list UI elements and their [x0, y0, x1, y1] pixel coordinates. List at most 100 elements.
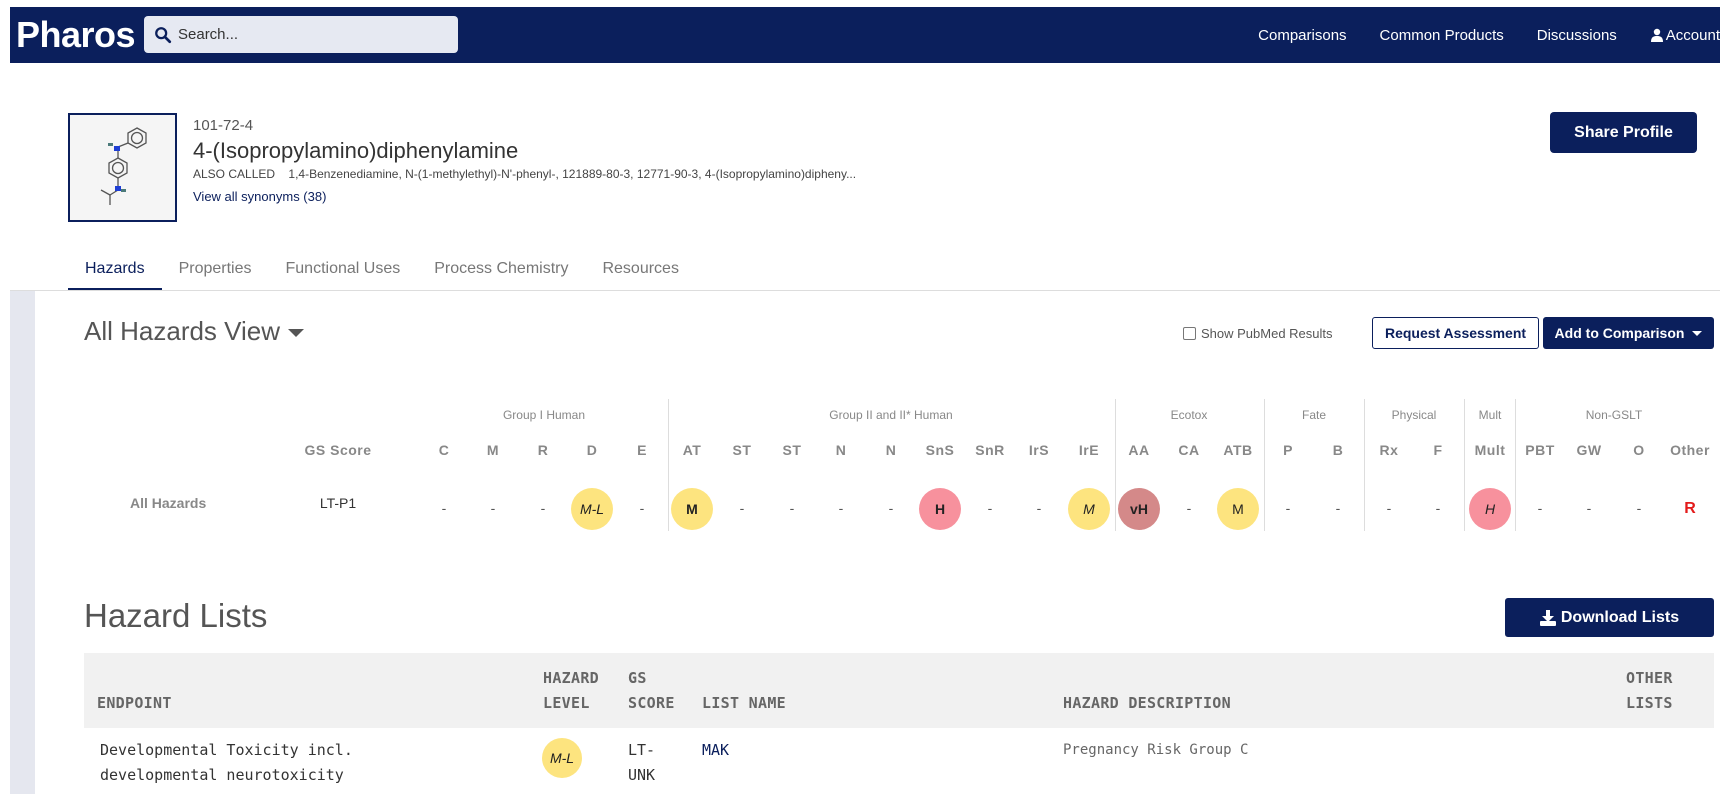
- hazards-view-dropdown[interactable]: All Hazards View: [84, 316, 305, 347]
- hazard-empty-value: -: [491, 500, 496, 518]
- hazard-badge[interactable]: vH: [1118, 488, 1160, 530]
- hazard-column-header: PBT: [1525, 442, 1555, 458]
- hazard-empty-value: -: [988, 500, 993, 518]
- hazard-value: H: [919, 488, 961, 530]
- view-synonyms-link[interactable]: View all synonyms (38): [193, 189, 326, 204]
- hazard-value: -: [1586, 500, 1592, 516]
- download-lists-label: Download Lists: [1560, 608, 1680, 626]
- page: Pharos Comparisons Common Products Discu…: [0, 0, 1720, 794]
- hazard-column-header: CA: [1178, 442, 1200, 458]
- hazard-empty-value: -: [1336, 500, 1341, 518]
- row-endpoint-line1: Developmental Toxicity incl.: [100, 741, 353, 759]
- user-icon: [1650, 28, 1663, 42]
- chemical-name: 4-(Isopropylamino)diphenylamine: [193, 138, 519, 163]
- tab-functional-uses[interactable]: Functional Uses: [269, 250, 418, 290]
- hazard-column-header: D: [586, 442, 598, 458]
- nav-common-products[interactable]: Common Products: [1380, 27, 1504, 44]
- share-profile-button[interactable]: Share Profile: [1550, 112, 1697, 153]
- group-divider: [1515, 399, 1516, 531]
- left-gutter: [10, 291, 35, 794]
- tab-hazards[interactable]: Hazards: [68, 250, 162, 290]
- group-divider: [1464, 399, 1465, 531]
- pubmed-label: Show PubMed Results: [1201, 326, 1333, 341]
- hazard-empty-value: -: [442, 500, 447, 518]
- group-label: Non-GSLT: [1585, 408, 1643, 422]
- chemical-structure-image: [68, 113, 177, 222]
- download-lists-button[interactable]: Download Lists: [1505, 598, 1714, 637]
- col-hazard-description: HAZARD DESCRIPTION: [1063, 694, 1231, 712]
- gs-score-value: LT-P1: [319, 495, 357, 511]
- hazard-value: -: [1335, 500, 1341, 516]
- row-list-name-link[interactable]: MAK: [702, 738, 729, 763]
- hazard-column-header: N: [885, 442, 897, 458]
- hazard-badge[interactable]: M: [671, 488, 713, 530]
- hazard-empty-value: -: [790, 500, 795, 518]
- search-box[interactable]: [144, 16, 458, 53]
- hazard-column-header: F: [1433, 442, 1443, 458]
- hazard-empty-value: -: [839, 500, 844, 518]
- search-icon: [155, 26, 172, 43]
- caret-down-icon: [288, 328, 305, 337]
- hazard-empty-value: -: [1538, 500, 1543, 518]
- group-divider: [1115, 399, 1116, 531]
- col-list-name: LIST NAME: [702, 694, 786, 712]
- col-gs-score-line1: GS: [628, 669, 647, 687]
- hazard-column-header: M: [486, 442, 500, 458]
- hazard-column-header: IrS: [1028, 442, 1050, 458]
- hazard-empty-value: -: [1436, 500, 1441, 518]
- row-hazard-description: Pregnancy Risk Group C: [1063, 742, 1249, 758]
- nav-discussions[interactable]: Discussions: [1537, 27, 1617, 44]
- hazard-value: -: [639, 500, 645, 516]
- hazard-empty-value: -: [640, 500, 645, 518]
- hazard-value: -: [490, 500, 496, 516]
- hazard-empty-value: -: [541, 500, 546, 518]
- hazard-value: -: [1186, 500, 1192, 516]
- nav-account-label: Account: [1665, 26, 1720, 44]
- group-label: Group I Human: [502, 408, 586, 422]
- group-label: Mult: [1478, 408, 1502, 422]
- col-gs-score: GS SCORE: [628, 666, 675, 716]
- group-label: Physical: [1391, 408, 1437, 422]
- molecule-drawing: [100, 127, 147, 205]
- tabs-divider: [10, 290, 1720, 291]
- hazard-badge[interactable]: H: [919, 488, 961, 530]
- col-hazard-level-line2: LEVEL: [543, 694, 590, 712]
- hazard-empty-value: -: [740, 500, 745, 518]
- tab-properties[interactable]: Properties: [162, 250, 269, 290]
- pubmed-toggle[interactable]: Show PubMed Results: [1183, 326, 1333, 341]
- add-to-comparison-button[interactable]: Add to Comparison: [1543, 317, 1714, 349]
- row-endpoint: Developmental Toxicity incl. development…: [100, 738, 353, 788]
- col-endpoint: ENDPOINT: [97, 694, 172, 712]
- col-gs-score-line2: SCORE: [628, 694, 675, 712]
- hazard-badge[interactable]: M-L: [571, 488, 613, 530]
- search-input[interactable]: [178, 26, 438, 43]
- pubmed-checkbox[interactable]: [1183, 327, 1196, 340]
- hazard-other-flag[interactable]: R: [1684, 500, 1696, 518]
- hazard-badge[interactable]: H: [1469, 488, 1511, 530]
- tab-process-chemistry[interactable]: Process Chemistry: [417, 250, 585, 290]
- hazard-value: -: [1036, 500, 1042, 516]
- hazard-badge[interactable]: M: [1217, 488, 1259, 530]
- hazard-value: R: [1684, 500, 1696, 517]
- hazard-column-header: ATB: [1223, 442, 1253, 458]
- tab-resources[interactable]: Resources: [585, 250, 695, 290]
- nav-account[interactable]: Account: [1650, 27, 1720, 44]
- hazard-value: -: [441, 500, 447, 516]
- hazard-column-header: Other: [1670, 442, 1710, 458]
- hazard-column-header: Rx: [1379, 442, 1399, 458]
- group-divider: [668, 399, 669, 531]
- col-other-lists-line2: LISTS: [1626, 694, 1673, 712]
- brand-logo[interactable]: Pharos: [16, 14, 136, 56]
- hazard-column-header: SnR: [975, 442, 1005, 458]
- profile-tabs: Hazards Properties Functional Uses Proce…: [68, 250, 696, 290]
- also-called-label: ALSO CALLED: [193, 167, 276, 181]
- group-divider: [1264, 399, 1265, 531]
- hazard-value: -: [1435, 500, 1441, 516]
- hazard-badge[interactable]: M: [1068, 488, 1110, 530]
- request-assessment-button[interactable]: Request Assessment: [1372, 317, 1539, 349]
- nav-comparisons[interactable]: Comparisons: [1258, 27, 1346, 44]
- hazard-value: -: [789, 500, 795, 516]
- hazard-empty-value: -: [889, 500, 894, 518]
- hazard-column-header: Mult: [1474, 442, 1506, 458]
- hazard-column-header: AA: [1128, 442, 1150, 458]
